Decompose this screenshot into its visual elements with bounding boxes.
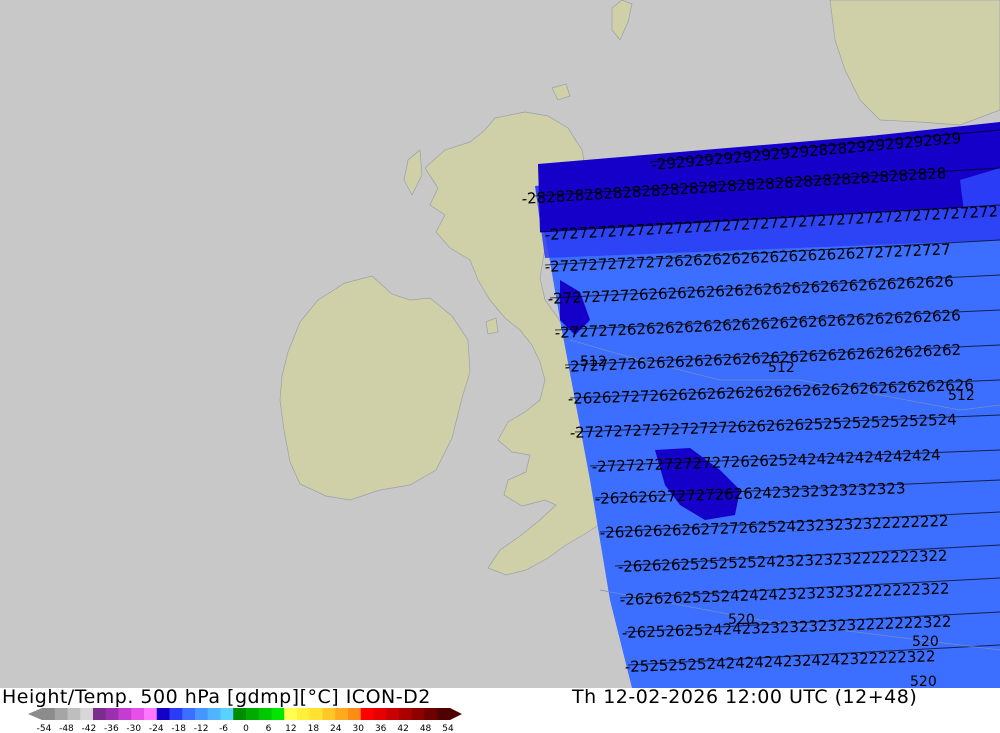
legend-swatch [233, 708, 247, 720]
legend-tick-label: -36 [104, 724, 119, 733]
height-label: 512 [948, 388, 975, 404]
legend-swatch [207, 708, 221, 720]
map-footer: Height/Temp. 500 hPa [gdmp][°C] ICON-D2 … [0, 686, 1000, 733]
legend-swatch [195, 708, 209, 720]
legend-tick-label: 6 [266, 724, 272, 733]
legend-swatch [373, 708, 387, 720]
legend-tick-label: 48 [420, 724, 432, 733]
legend-swatch [118, 708, 132, 720]
legend-tick-label: -6 [219, 724, 228, 733]
legend-tick-label: 30 [352, 724, 364, 733]
legend-swatch [322, 708, 336, 720]
legend-swatch [156, 708, 170, 720]
legend-tick-label: -48 [59, 724, 74, 733]
legend-swatch [246, 708, 260, 720]
legend-tick-label: 0 [243, 724, 249, 733]
legend-swatch [42, 708, 56, 720]
legend-swatch [335, 708, 349, 720]
legend-swatch [220, 708, 234, 720]
legend-tick-label: -54 [37, 724, 52, 733]
legend-tick-label: -18 [171, 724, 186, 733]
map-title: Height/Temp. 500 hPa [gdmp][°C] ICON-D2 [2, 686, 431, 708]
color-legend: -54 -48 -42 -36 -30 -24 -18 -12 -6 0 6 12 18 24 30 36 42… [28, 708, 462, 733]
legend-tick-label: -24 [149, 724, 164, 733]
legend-swatch [80, 708, 94, 720]
height-label: 512 [768, 360, 795, 376]
height-label: 512 [580, 354, 607, 370]
legend-swatch [399, 708, 413, 720]
legend-swatch [411, 708, 425, 720]
legend-tick-label: 42 [397, 724, 408, 733]
legend-swatch [297, 708, 311, 720]
map-valid-time: Th 12-02-2026 12:00 UTC (12+48) [572, 686, 918, 708]
legend-tick-label: 54 [442, 724, 454, 733]
legend-tick-label: -42 [82, 724, 97, 733]
legend-swatch [105, 708, 119, 720]
legend-swatch [271, 708, 285, 720]
legend-swatch [309, 708, 323, 720]
legend-tick-label: -30 [126, 724, 141, 733]
legend-tick-label: -12 [194, 724, 209, 733]
height-label: 520 [728, 612, 755, 628]
legend-swatch [386, 708, 400, 720]
legend-swatch [131, 708, 145, 720]
weather-map: -29292929292929292828292929292929 -28282… [0, 0, 1000, 688]
legend-swatch [93, 708, 107, 720]
height-label: 520 [912, 634, 939, 650]
legend-swatch [348, 708, 362, 720]
legend-swatch [437, 708, 451, 720]
legend-swatch [424, 708, 438, 720]
legend-tick-label: 36 [375, 724, 387, 733]
legend-swatch [169, 708, 183, 720]
legend-swatch [54, 708, 68, 720]
legend-arrow-high [450, 708, 462, 720]
legend-swatch [284, 708, 298, 720]
legend-arrow-low [28, 708, 42, 720]
legend-tick-label: 24 [330, 724, 342, 733]
legend-tick-label: 18 [308, 724, 320, 733]
legend-swatch [360, 708, 374, 720]
legend-swatch [67, 708, 81, 720]
legend-swatch [258, 708, 272, 720]
legend-swatch [182, 708, 196, 720]
legend-tick-label: 12 [285, 724, 296, 733]
legend-swatch [144, 708, 158, 720]
